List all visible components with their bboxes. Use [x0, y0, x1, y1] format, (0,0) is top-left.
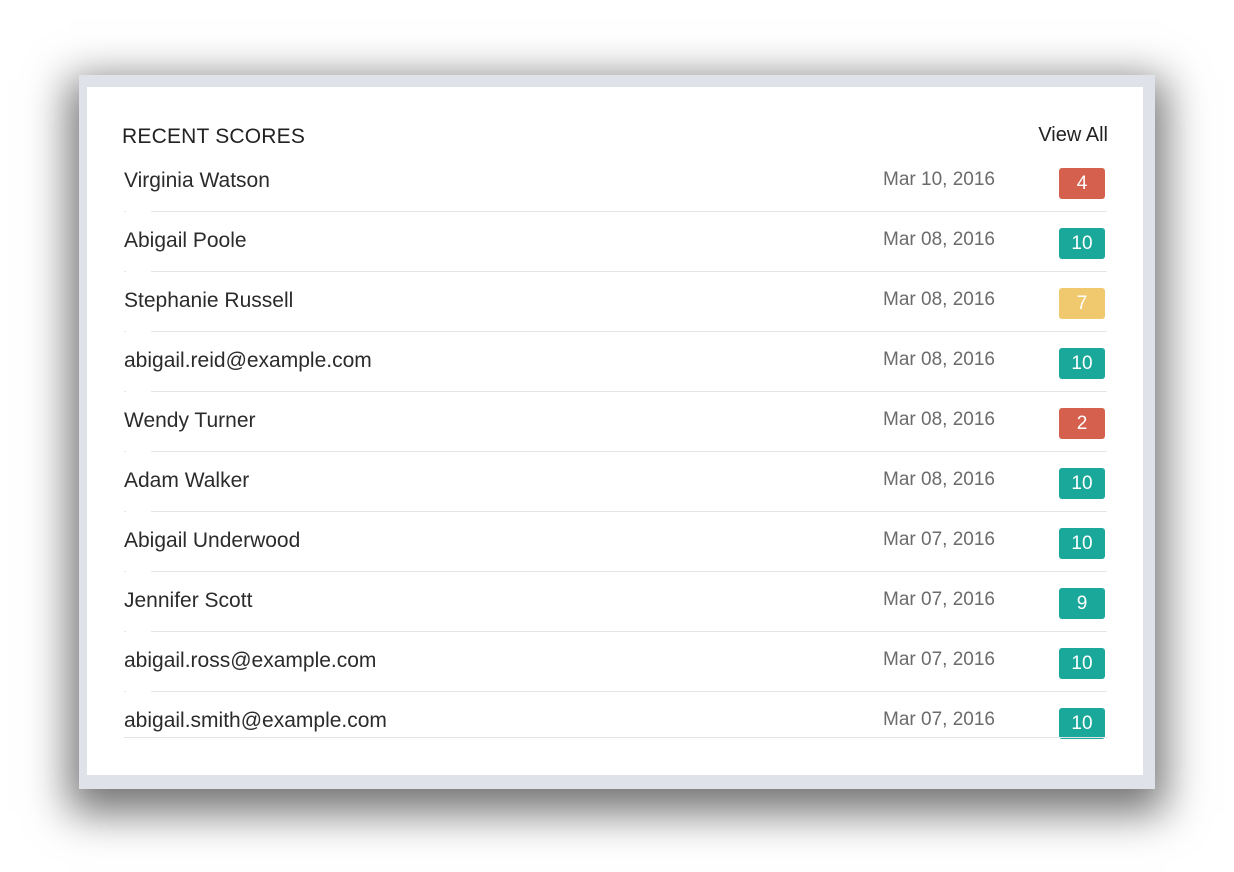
list-item[interactable]: abigail.smith@example.com Mar 07, 2016 1…: [124, 692, 1107, 752]
row-divider: [124, 737, 1107, 738]
score-badge: 10: [1059, 468, 1105, 499]
view-all-link[interactable]: View All: [1038, 124, 1108, 147]
list-item[interactable]: abigail.ross@example.com Mar 07, 2016 10: [124, 632, 1107, 692]
respondent-name: Abigail Underwood: [124, 529, 301, 552]
score-date: Mar 08, 2016: [883, 229, 995, 250]
list-item[interactable]: Adam Walker Mar 08, 2016 10: [124, 452, 1107, 512]
respondent-name: Wendy Turner: [124, 409, 256, 432]
score-badge: 10: [1059, 528, 1105, 559]
score-date: Mar 07, 2016: [883, 589, 995, 610]
score-date: Mar 10, 2016: [883, 169, 995, 190]
list-item[interactable]: Stephanie Russell Mar 08, 2016 7: [124, 272, 1107, 332]
score-badge: 10: [1059, 348, 1105, 379]
list-item[interactable]: Abigail Underwood Mar 07, 2016 10: [124, 512, 1107, 572]
card-title: RECENT SCORES: [122, 125, 306, 148]
respondent-name: Virginia Watson: [124, 169, 270, 192]
respondent-name: abigail.smith@example.com: [124, 709, 387, 732]
respondent-name: Adam Walker: [124, 469, 250, 492]
score-date: Mar 07, 2016: [883, 529, 995, 550]
list-item[interactable]: Abigail Poole Mar 08, 2016 10: [124, 212, 1107, 272]
score-badge: 7: [1059, 288, 1105, 319]
respondent-name: Jennifer Scott: [124, 589, 253, 612]
score-badge: 10: [1059, 708, 1105, 739]
score-date: Mar 07, 2016: [883, 649, 995, 670]
list-item[interactable]: Wendy Turner Mar 08, 2016 2: [124, 392, 1107, 452]
respondent-name: abigail.reid@example.com: [124, 349, 372, 372]
scores-list: Virginia Watson Mar 10, 2016 4 Abigail P…: [124, 152, 1107, 752]
score-badge: 10: [1059, 648, 1105, 679]
score-date: Mar 08, 2016: [883, 409, 995, 430]
score-date: Mar 07, 2016: [883, 709, 995, 730]
recent-scores-card: RECENT SCORES View All Virginia Watson M…: [87, 87, 1143, 775]
score-badge: 9: [1059, 588, 1105, 619]
respondent-name: Abigail Poole: [124, 229, 247, 252]
list-item[interactable]: abigail.reid@example.com Mar 08, 2016 10: [124, 332, 1107, 392]
respondent-name: abigail.ross@example.com: [124, 649, 377, 672]
score-date: Mar 08, 2016: [883, 469, 995, 490]
score-badge: 10: [1059, 228, 1105, 259]
score-date: Mar 08, 2016: [883, 349, 995, 370]
score-badge: 2: [1059, 408, 1105, 439]
score-date: Mar 08, 2016: [883, 289, 995, 310]
score-badge: 4: [1059, 168, 1105, 199]
list-item[interactable]: Jennifer Scott Mar 07, 2016 9: [124, 572, 1107, 632]
list-item[interactable]: Virginia Watson Mar 10, 2016 4: [124, 152, 1107, 212]
respondent-name: Stephanie Russell: [124, 289, 294, 312]
